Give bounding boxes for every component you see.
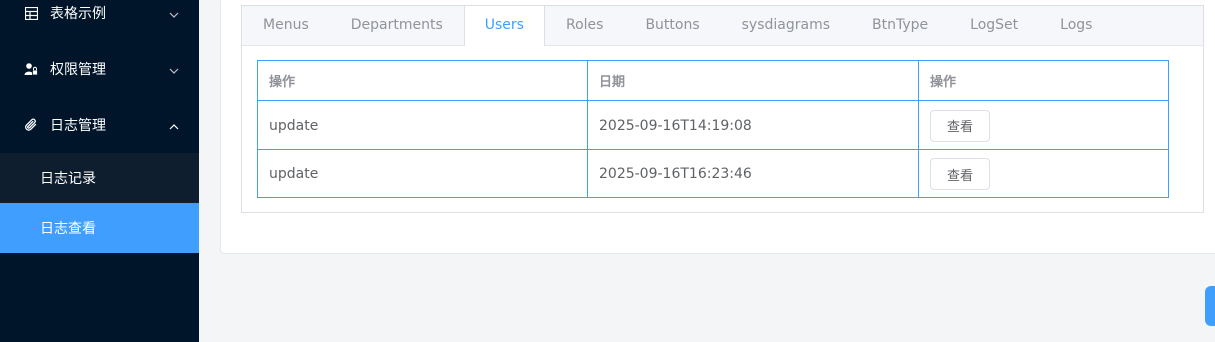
- tab-users[interactable]: Users: [463, 6, 545, 46]
- column-header-action: 操作: [258, 61, 588, 100]
- table-row: update 2025-09-16T14:19:08 查看: [258, 100, 1168, 150]
- table-row: update 2025-09-16T16:23:46 查看: [258, 149, 1168, 198]
- chevron-down-icon: [169, 8, 179, 18]
- tab-buttons[interactable]: Buttons: [624, 6, 720, 45]
- table-icon: [24, 6, 38, 20]
- tab-logs[interactable]: Logs: [1039, 6, 1113, 45]
- tab-roles[interactable]: Roles: [545, 6, 624, 45]
- sidebar-item-label: 表格示例: [50, 6, 106, 22]
- tab-sysdiagrams[interactable]: sysdiagrams: [721, 6, 851, 45]
- cell-date: 2025-09-16T14:19:08: [588, 101, 919, 150]
- tab-btntype[interactable]: BtnType: [851, 6, 949, 45]
- sidebar-item-label: 权限管理: [50, 62, 106, 78]
- sidebar-subitem-label: 日志查看: [40, 221, 96, 237]
- table-header-row: 操作 日期 操作: [258, 61, 1168, 100]
- chevron-up-icon: [169, 120, 179, 130]
- user-lock-icon: [24, 62, 38, 76]
- sidebar-item-table-examples[interactable]: 表格示例: [0, 0, 199, 41]
- view-button[interactable]: 查看: [930, 158, 990, 190]
- paperclip-icon: [24, 118, 38, 132]
- sidebar: 表格示例 权限管理 日志管理 日志记录 日志查看: [0, 0, 199, 342]
- sidebar-item-label: 日志管理: [50, 118, 106, 134]
- cell-operation: 查看: [919, 150, 1168, 198]
- cell-operation: 查看: [919, 101, 1168, 150]
- sidebar-subitem-label: 日志记录: [40, 171, 96, 187]
- sidebar-item-log-view[interactable]: 日志查看: [0, 203, 199, 253]
- floating-side-button[interactable]: [1205, 286, 1215, 326]
- log-submenu: 日志记录 日志查看: [0, 153, 199, 253]
- tabs-header: Menus Departments Users Roles Buttons sy…: [242, 6, 1203, 46]
- column-header-date: 日期: [588, 61, 919, 100]
- sidebar-item-log-records[interactable]: 日志记录: [0, 153, 199, 203]
- tab-logset[interactable]: LogSet: [949, 6, 1039, 45]
- log-table: 操作 日期 操作 update 2025-09-16T14:19:08 查看 u…: [257, 60, 1169, 198]
- tab-menus[interactable]: Menus: [242, 6, 330, 45]
- sidebar-item-permissions[interactable]: 权限管理: [0, 41, 199, 97]
- sidebar-item-log-management[interactable]: 日志管理: [0, 97, 199, 153]
- chevron-down-icon: [169, 64, 179, 74]
- column-header-operation: 操作: [930, 75, 957, 90]
- cell-date: 2025-09-16T16:23:46: [588, 150, 919, 198]
- view-button[interactable]: 查看: [930, 109, 990, 142]
- cell-action: update: [258, 150, 588, 198]
- cell-action: update: [258, 101, 588, 150]
- tab-departments[interactable]: Departments: [330, 6, 464, 45]
